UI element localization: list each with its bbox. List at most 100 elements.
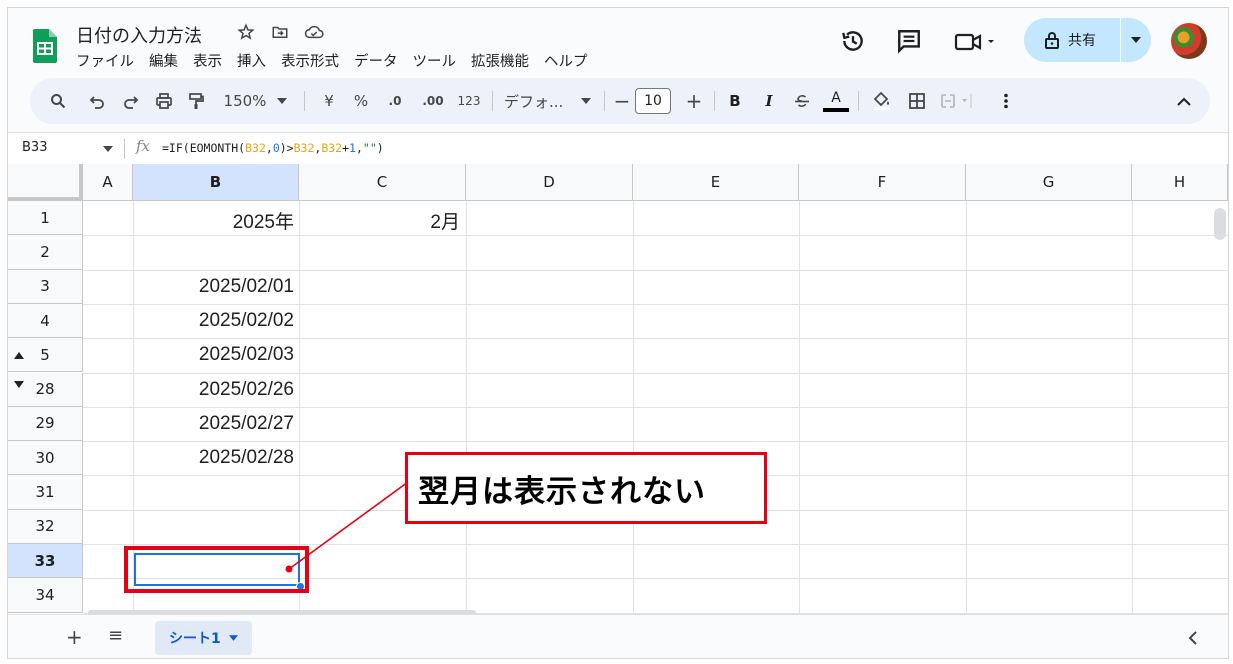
column-header-e[interactable]: E	[633, 164, 799, 201]
font-size-input[interactable]: 10	[635, 88, 671, 114]
column-header-f[interactable]: F	[799, 164, 966, 201]
print-icon[interactable]	[150, 78, 178, 124]
expand-rows-down-icon[interactable]	[14, 380, 24, 388]
row-header-3[interactable]: 3	[8, 269, 83, 304]
font-dropdown-icon[interactable]	[576, 78, 596, 124]
sheets-logo-icon[interactable]	[33, 29, 57, 63]
menu-format[interactable]: 表示形式	[281, 50, 339, 71]
name-box-dropdown-icon[interactable]	[103, 146, 113, 152]
text-color-swatch	[823, 107, 849, 112]
share-button[interactable]: 共有	[1024, 18, 1120, 62]
percent-format-button[interactable]: %	[350, 78, 372, 124]
increase-decimal-button[interactable]: .00	[418, 78, 448, 124]
cell-b30[interactable]: 2025/02/28	[136, 447, 294, 469]
menu-bar: ファイル 編集 表示 挿入 表示形式 データ ツール 拡張機能 ヘルプ	[76, 50, 588, 71]
formula-input[interactable]: =IF(EOMONTH(B32,0)>B32,B32+1,"")	[162, 141, 384, 155]
more-formats-button[interactable]: 123	[454, 78, 484, 124]
column-header-c[interactable]: C	[299, 164, 466, 201]
column-header-a[interactable]: A	[83, 164, 133, 201]
row-header-28[interactable]: 28	[8, 372, 83, 407]
row-header-34[interactable]: 34	[8, 578, 83, 613]
text-color-label: A	[831, 89, 841, 106]
row-gridline	[83, 372, 1228, 374]
menu-data[interactable]: データ	[354, 50, 398, 71]
menu-insert[interactable]: 挿入	[237, 50, 266, 71]
zoom-dropdown-icon[interactable]	[272, 78, 292, 124]
currency-format-button[interactable]: ¥	[318, 78, 340, 124]
cell-b29[interactable]: 2025/02/27	[136, 413, 294, 435]
sheet-tab[interactable]: シート1	[155, 621, 252, 655]
row-header-2[interactable]: 2	[8, 235, 83, 270]
cell-b3[interactable]: 2025/02/01	[136, 276, 294, 298]
version-history-icon[interactable]	[840, 28, 866, 54]
menu-file[interactable]: ファイル	[76, 50, 134, 71]
move-folder-icon[interactable]	[270, 22, 290, 42]
sheet-tab-label: シート1	[169, 631, 221, 647]
sheet-tab-menu-icon[interactable]	[228, 635, 238, 641]
spreadsheet-grid[interactable]: A B C D E F G H 1 2025年 2月 2 3 2025/02/01 4 2025/02/02 5…	[8, 164, 1228, 614]
redo-icon[interactable]	[118, 78, 144, 124]
paint-format-icon[interactable]	[182, 78, 210, 124]
account-avatar[interactable]	[1171, 23, 1207, 59]
select-all-corner[interactable]	[8, 164, 83, 201]
add-sheet-button[interactable]: +	[66, 625, 83, 649]
italic-button[interactable]: I	[758, 78, 780, 124]
share-dropdown-button[interactable]	[1120, 18, 1151, 62]
cell-b4[interactable]: 2025/02/02	[136, 310, 294, 332]
expand-rows-up-icon[interactable]	[14, 352, 24, 360]
row-gridline	[83, 235, 1228, 237]
zoom-value[interactable]: 150%	[220, 78, 270, 124]
caret-down-icon	[1131, 37, 1141, 43]
text-color-button[interactable]: A	[822, 78, 850, 124]
menu-view[interactable]: 表示	[193, 50, 222, 71]
name-box[interactable]: B33	[22, 140, 47, 155]
undo-icon[interactable]	[84, 78, 110, 124]
column-header-b[interactable]: B	[133, 164, 299, 201]
bold-button[interactable]: B	[724, 78, 746, 124]
star-icon[interactable]	[236, 22, 256, 42]
row-header-30[interactable]: 30	[8, 441, 83, 476]
row-header-29[interactable]: 29	[8, 406, 83, 442]
menu-edit[interactable]: 編集	[149, 50, 178, 71]
menu-tools[interactable]: ツール	[413, 50, 457, 71]
cell-b1[interactable]: 2025年	[136, 207, 294, 234]
chevron-left-icon[interactable]	[1188, 631, 1198, 645]
decrease-font-size-button[interactable]: −	[612, 78, 632, 124]
cell-c1[interactable]: 2月	[302, 207, 460, 234]
cell-b28[interactable]: 2025/02/26	[136, 379, 294, 401]
row-header-1[interactable]: 1	[8, 201, 83, 236]
row-header-33[interactable]: 33	[8, 544, 83, 579]
formula-ref: B32	[245, 141, 266, 155]
cell-b5[interactable]: 2025/02/03	[136, 344, 294, 366]
all-sheets-button[interactable]: ≡	[108, 625, 123, 646]
cloud-saved-icon[interactable]	[304, 22, 324, 42]
vertical-scrollbar[interactable]	[1214, 208, 1226, 240]
comment-icon[interactable]	[896, 28, 922, 54]
formula-bar: B33 fx =IF(EOMONTH(B32,0)>B32,B32+1,"")	[8, 132, 1228, 165]
fill-color-icon[interactable]	[868, 78, 896, 124]
document-title[interactable]: 日付の入力方法	[76, 22, 202, 48]
increase-font-size-button[interactable]: +	[684, 78, 704, 124]
search-menus-icon[interactable]	[44, 78, 72, 124]
menu-extensions[interactable]: 拡張機能	[471, 50, 529, 71]
row-header-31[interactable]: 31	[8, 475, 83, 510]
formula-text: )>	[279, 141, 294, 155]
row-header-32[interactable]: 32	[8, 509, 83, 544]
annotation-highlight-box	[124, 546, 309, 593]
hide-menus-chevron-up-icon[interactable]	[1172, 78, 1196, 124]
strikethrough-icon[interactable]	[790, 78, 814, 124]
font-family-select[interactable]: デフォ...	[504, 78, 574, 124]
toolbar-divider	[858, 91, 859, 111]
row-header-4[interactable]: 4	[8, 303, 83, 339]
decrease-decimal-button[interactable]: .0	[382, 78, 408, 124]
formula-text: =IF(EOMONTH(	[162, 141, 246, 155]
row-gridline	[83, 303, 1228, 305]
more-options-icon[interactable]	[996, 78, 1016, 124]
menu-help[interactable]: ヘルプ	[544, 50, 588, 71]
column-header-g[interactable]: G	[966, 164, 1132, 201]
column-header-d[interactable]: D	[466, 164, 633, 201]
borders-icon[interactable]	[904, 78, 930, 124]
merge-cells-icon[interactable]	[938, 78, 974, 124]
meet-video-icon[interactable]	[954, 30, 998, 54]
column-header-h[interactable]: H	[1132, 164, 1228, 201]
